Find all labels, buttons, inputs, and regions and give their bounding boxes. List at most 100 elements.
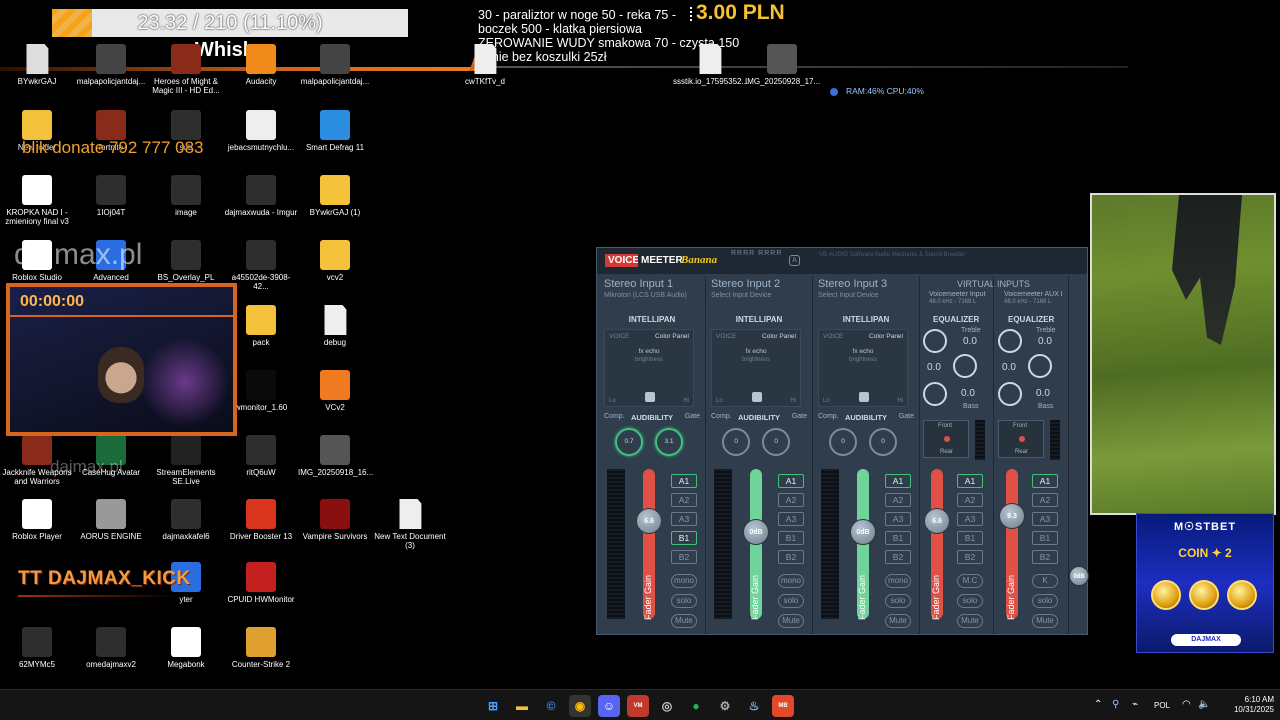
bus-button-a1[interactable]: A1 [957,474,983,488]
mono-button[interactable]: mono [885,574,911,588]
mc-button[interactable]: M.C [957,574,983,588]
mute-button[interactable]: Mute [885,614,911,628]
desktop-icon[interactable]: 1IOj04T [74,175,148,217]
desktop-icon[interactable]: Smart Defrag 11 [298,110,372,152]
desktop-icon[interactable]: AORUS ENGINE [74,499,148,541]
voicemeeter-window[interactable]: VOICE MEETER Banana RRRR RRRR VB-AUDIO S… [596,247,1089,635]
strip-device[interactable]: Select Input Device [818,292,878,299]
solo-button[interactable]: solo [885,594,911,608]
desktop-icon[interactable]: Heroes of Might & Magic III - HD Ed... [149,44,223,95]
spotify-icon[interactable]: ● [685,695,707,717]
virtual-name[interactable]: Voicemeeter AUX I [1004,291,1063,298]
edge-fader-knob[interactable]: 0dB [1069,566,1089,586]
bus-button-a2[interactable]: A2 [778,493,804,507]
discord-icon[interactable]: ☺ [598,695,620,717]
bus-button-b2[interactable]: B2 [1032,550,1058,564]
intellipan-handle[interactable] [645,392,655,402]
desktop-icon[interactable]: IMG_20250918_16... [298,435,373,477]
fader-knob[interactable]: 0dB [743,519,769,545]
bus-button-b2[interactable]: B2 [885,550,911,564]
desktop-icon[interactable]: New Text Document (3) [373,499,447,550]
bus-button-a3[interactable]: A3 [957,512,983,526]
mute-button[interactable]: Mute [957,614,983,628]
desktop-icon[interactable]: vcv2 [298,240,372,282]
mono-button[interactable]: mono [671,574,697,588]
desktop-icon[interactable]: StreamElements SE.Live [149,435,223,486]
desktop-icon[interactable]: Counter-Strike 2 [224,627,298,669]
intellipan-panel[interactable]: VOICE Color Panel fx echo brightness Lo Hi [818,329,908,407]
desktop-icon[interactable]: Audacity [224,44,298,86]
fader-knob[interactable]: 9.3 [999,503,1025,529]
bus-button-a2[interactable]: A2 [885,493,911,507]
gate-knob[interactable]: 3.1 [655,428,683,456]
mono-button[interactable]: mono [778,574,804,588]
solo-button[interactable]: solo [957,594,983,608]
bus-button-a3[interactable]: A3 [671,512,697,526]
steam-icon[interactable]: ♨ [743,695,765,717]
file-explorer-icon[interactable]: ▬ [511,695,533,717]
pan-box[interactable]: Front Rear [923,420,969,458]
strip-device[interactable]: Mikroton (LCS USB Audio) [604,292,687,299]
bus-button-a2[interactable]: A2 [957,493,983,507]
desktop-icon[interactable]: 62MYMc5 [0,627,74,669]
desktop-icon[interactable]: cwTKfTv_d [448,44,522,86]
eq-knob[interactable] [998,382,1022,406]
bus-button-a1[interactable]: A1 [885,474,911,488]
eq-knob[interactable] [923,329,947,353]
solo-button[interactable]: solo [1032,594,1058,608]
ccleaner-icon[interactable]: © [540,695,562,717]
desktop-icon[interactable]: malpapolicjantdaj... [298,44,372,86]
desktop-icon[interactable]: image [149,175,223,217]
desktop-icon[interactable]: BYwkrGAJ [0,44,74,86]
pan-box[interactable]: Front Rear [998,420,1044,458]
strip-device[interactable]: Select Input Device [711,292,771,299]
eq-knob[interactable] [998,329,1022,353]
intellipan-handle[interactable] [859,392,869,402]
usb-icon[interactable]: ⌁ [1132,699,1138,710]
desktop-icon[interactable]: malpapolicjantdaj... [74,44,148,86]
desktop-icon[interactable]: VCv2 [298,370,372,412]
desktop-icon[interactable]: ssstik.io_17595352... [673,44,748,86]
language-indicator[interactable]: POL [1154,701,1170,710]
start-icon[interactable]: ⊞ [482,695,504,717]
desktop-icon[interactable]: Vampire Survivors [298,499,372,541]
desktop-icon[interactable]: BS_Overlay_PL [149,240,223,282]
fader-knob[interactable]: 0dB [850,519,876,545]
desktop-icon[interactable]: Megabonk [149,627,223,669]
desktop-icon[interactable]: BYwkrGAJ (1) [298,175,372,217]
desktop-icon[interactable]: Driver Booster 13 [224,499,298,541]
bus-button-b1[interactable]: B1 [1032,531,1058,545]
wifi-icon[interactable]: ◠ [1182,699,1191,710]
desktop-icon[interactable]: ritQ6uW [224,435,298,477]
fader-knob[interactable]: 6.6 [636,508,662,534]
comp-knob[interactable]: 0.7 [615,428,643,456]
gate-knob[interactable]: 0 [762,428,790,456]
desktop-icon[interactable]: debug [298,305,372,347]
mute-button[interactable]: Mute [671,614,697,628]
eq-knob[interactable] [923,382,947,406]
obs-icon[interactable]: ◎ [656,695,678,717]
bus-button-b2[interactable]: B2 [671,550,697,564]
chevron-up-icon[interactable]: ⌃ [1094,699,1102,710]
bus-button-b1[interactable]: B1 [671,531,697,545]
mute-button[interactable]: Mute [778,614,804,628]
bus-button-b2[interactable]: B2 [778,550,804,564]
bus-button-a2[interactable]: A2 [671,493,697,507]
intellipan-panel[interactable]: VOICE Color Panel fx echo brightness Lo Hi [604,329,694,407]
bus-button-b1[interactable]: B1 [885,531,911,545]
bus-button-a3[interactable]: A3 [778,512,804,526]
bus-button-a1[interactable]: A1 [1032,474,1058,488]
bus-button-b1[interactable]: B1 [778,531,804,545]
chrome-icon[interactable]: ◉ [569,695,591,717]
bus-button-b2[interactable]: B2 [957,550,983,564]
volume-icon[interactable]: 🔈 [1198,699,1210,710]
desktop-icon[interactable]: omedajmaxv2 [74,627,148,669]
mic-tray-icon[interactable]: ⚲ [1112,699,1119,710]
strip-title[interactable]: Stereo Input 1 [604,278,673,290]
desktop-icon[interactable]: KROPKA NAD I - zmieniony final v3 [0,175,74,226]
voicemeeter-taskbar-icon[interactable]: VM [627,695,649,717]
desktop-icon[interactable]: dajmaxkafel6 [149,499,223,541]
desktop-icon[interactable]: IMG_20250928_17... [745,44,820,86]
desktop-icon[interactable]: jebacsmutnychlu... [224,110,298,152]
megabonk-taskbar-icon[interactable]: MB [772,695,794,717]
